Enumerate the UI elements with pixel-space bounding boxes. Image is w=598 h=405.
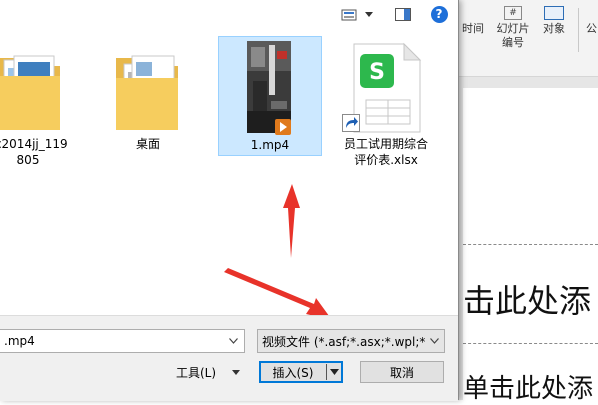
object-icon [544,6,564,20]
ribbon-slide-number-label-1: 幻灯片 [496,22,530,35]
annotation-arrow-down-right [224,268,329,315]
insert-split-divider [326,364,327,380]
placeholder-border-top [463,244,598,245]
filetype-select[interactable]: 视频文件 (*.asf;*.asx;*.wpl;*.wm [257,329,445,353]
view-menu-icon[interactable] [340,6,358,23]
dialog-toolbar: ? [0,0,458,30]
insert-video-dialog: ? cc2014jj_119 805 [0,0,459,401]
filename-input[interactable]: .mp4 [0,329,245,353]
annotation-arrows [224,184,329,315]
cancel-label: 取消 [389,365,414,380]
ribbon-object-button[interactable]: 对象 [538,6,570,36]
filename-value: .mp4 [4,334,35,348]
preview-pane-icon[interactable] [394,6,412,23]
help-glyph: ? [430,6,448,23]
ribbon-slide-number-button[interactable]: # 幻灯片 编号 [492,6,534,50]
tools-button[interactable]: 工具(L) [176,361,241,383]
insert-dropdown-icon[interactable] [330,369,339,375]
ribbon-divider [578,8,579,52]
insert-label: 插入(S) [272,365,314,380]
ribbon-more-label: 公 [586,22,597,35]
ribbon-slide-number-label-2: 编号 [502,36,524,49]
slide-number-icon: # [504,6,522,20]
tools-label: 工具(L) [176,365,217,380]
title-placeholder-text[interactable]: 击此处添 [463,276,591,322]
ribbon-object-label: 对象 [543,22,565,35]
view-dropdown-chevron-icon[interactable] [362,6,376,23]
chevron-down-icon[interactable] [229,338,238,344]
dialog-footer: .mp4 视频文件 (*.asf;*.asx;*.wpl;*.wm 工具(L) … [0,315,458,401]
ribbon-time-label: 时间 [462,22,484,35]
ribbon-toolbar: 时间 # 幻灯片 编号 对象 公 [458,0,598,77]
annotation-arrow-up [283,184,300,258]
help-icon[interactable]: ? [430,6,448,23]
file-list-area: cc2014jj_119 805 桌面 [0,30,458,315]
insert-button[interactable]: 插入(S) [259,361,343,383]
ribbon-more-button[interactable]: 公 [586,22,597,36]
cancel-button[interactable]: 取消 [360,361,444,383]
filetype-value: 视频文件 (*.asf;*.asx;*.wpl;*.wm [262,334,426,349]
placeholder-border-bottom [463,343,598,344]
subtitle-placeholder-text[interactable]: 单击此处添 [463,368,593,405]
tools-dropdown-icon [232,369,241,375]
ribbon-time-button[interactable]: 时间 [462,22,484,36]
chevron-down-icon [430,338,439,344]
